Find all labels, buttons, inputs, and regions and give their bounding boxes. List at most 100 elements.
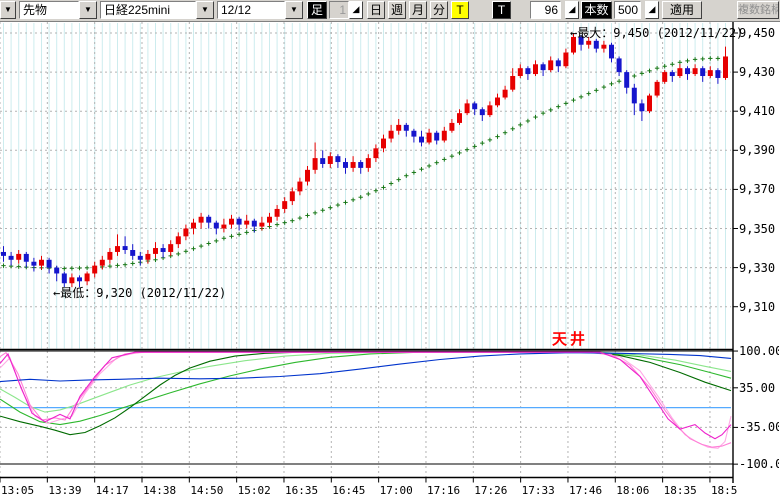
ceiling-annotation: 天井	[552, 330, 589, 348]
candle-up	[495, 97, 500, 106]
candle-down	[419, 136, 424, 143]
candle-up	[677, 68, 683, 77]
candle-up	[274, 208, 280, 217]
candle-up	[183, 228, 189, 237]
candle-up	[168, 244, 174, 252]
candle-up	[426, 132, 432, 143]
candle-down	[130, 250, 136, 256]
candle-up	[533, 64, 538, 75]
candle-up	[396, 124, 402, 131]
candle-down	[525, 68, 531, 75]
candle-up	[327, 156, 333, 164]
candle-down	[540, 64, 546, 71]
candle-down	[479, 109, 485, 116]
candle-down	[1, 251, 6, 256]
candle-down	[46, 259, 52, 268]
candle-down	[631, 87, 637, 104]
candle-up	[297, 181, 303, 192]
chart-window: ▼ 先物 ▼ 日経225mini ▼ 12/12 ▼ 足 1 ◢ 日 週 月 分…	[0, 0, 780, 500]
candle-up	[654, 81, 660, 96]
candle-up	[39, 259, 44, 266]
candle-down	[434, 132, 440, 141]
candle-up	[84, 273, 90, 282]
candle-up	[305, 169, 310, 182]
candle-up	[548, 60, 554, 71]
candle-down	[236, 218, 242, 225]
candle-up	[487, 105, 493, 116]
candle-up	[517, 68, 523, 77]
candle-up	[289, 191, 295, 202]
candle-down	[685, 68, 690, 75]
candle-up	[221, 224, 227, 229]
candle-up	[692, 68, 698, 75]
candle-up	[441, 130, 447, 141]
candle-up	[259, 222, 265, 227]
candle-down	[31, 261, 37, 266]
candle-down	[700, 68, 706, 77]
max-price-annotation: ←最大：9,450 (2012/11/22)	[570, 26, 744, 40]
candle-down	[609, 44, 614, 59]
candle-up	[510, 76, 516, 90]
candle-down	[160, 248, 166, 252]
candle-up	[16, 253, 22, 260]
candle-up	[365, 158, 371, 168]
candle-down	[593, 40, 599, 49]
candle-down	[335, 156, 341, 163]
candle-down	[669, 72, 675, 77]
candle-up	[388, 130, 394, 139]
candle-down	[137, 255, 143, 260]
candle-up	[381, 138, 386, 149]
candle-down	[206, 216, 212, 223]
candle-down	[555, 60, 561, 67]
candle-up	[723, 56, 728, 78]
candle-up	[153, 248, 158, 254]
candle-down	[639, 103, 645, 112]
candle-up	[457, 113, 462, 123]
candle-down	[320, 158, 326, 164]
candle-up	[69, 277, 75, 284]
candle-up	[350, 162, 356, 168]
candle-down	[61, 273, 67, 284]
candle-down	[251, 220, 257, 227]
candle-down	[122, 246, 128, 251]
candle-down	[23, 253, 29, 262]
candle-up	[662, 72, 668, 82]
candle-down	[403, 124, 409, 131]
candle-up	[244, 220, 250, 225]
candle-down	[624, 72, 630, 88]
candle-down	[77, 277, 82, 282]
candle-down	[472, 103, 478, 110]
candle-down	[54, 267, 60, 274]
candle-up	[707, 70, 713, 77]
candle-up	[464, 103, 470, 114]
candle-down	[358, 162, 364, 168]
candle-up	[601, 44, 607, 49]
candle-up	[107, 251, 113, 260]
candle-up	[115, 246, 120, 252]
candle-up	[373, 148, 379, 159]
candle-up	[99, 259, 105, 266]
candle-down	[8, 255, 14, 260]
candle-up	[92, 265, 98, 274]
candle-up	[449, 122, 455, 131]
candle-down	[343, 162, 348, 168]
candle-down	[213, 222, 219, 229]
candle-up	[175, 236, 181, 245]
candle-up	[282, 201, 288, 209]
chart-area: 9,450 9,430 9,410 9,390 9,370 9,350 9,330 9,310…	[0, 0, 780, 500]
candle-down	[616, 58, 622, 73]
candle-down	[411, 130, 417, 137]
candle-up	[586, 40, 592, 45]
candle-up	[145, 253, 151, 260]
candle-up	[229, 218, 234, 225]
candle-up	[647, 95, 652, 112]
candle-up	[191, 222, 196, 229]
candle-up	[198, 216, 204, 223]
candle-up	[502, 89, 508, 98]
min-price-annotation: ←最低：9,320 (2012/11/22)	[53, 286, 227, 300]
candle-up	[312, 158, 318, 170]
candle-up	[563, 52, 569, 67]
rci-line-pink	[0, 351, 732, 448]
chart-canvas[interactable]	[0, 0, 780, 500]
candle-down	[715, 70, 721, 78]
